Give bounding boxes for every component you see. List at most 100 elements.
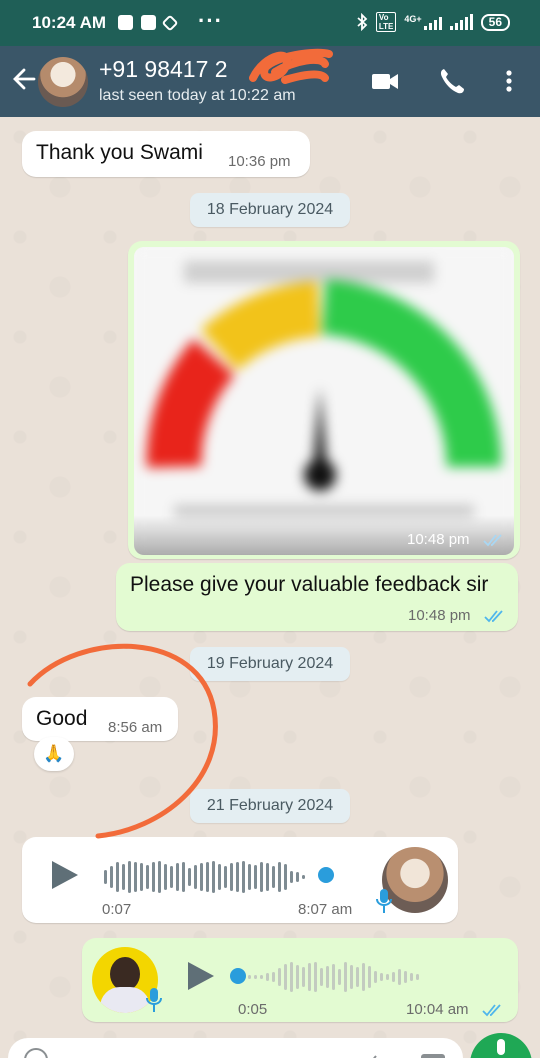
play-button[interactable] (188, 962, 214, 990)
voice-duration: 0:05 (238, 1001, 268, 1018)
message-time: 8:56 am (108, 719, 163, 736)
waveform-bar (344, 962, 347, 992)
read-receipt-icon (483, 534, 502, 547)
waveform-bar (338, 969, 341, 985)
waveform-bar (242, 861, 245, 893)
attach-icon[interactable] (358, 1048, 384, 1058)
message-icon (118, 15, 133, 30)
message-time: 10:48 pm (408, 607, 471, 624)
waveform-bar (386, 974, 389, 980)
waveform-bar (398, 969, 401, 985)
emoji-icon[interactable] (22, 1046, 50, 1058)
message-icon (141, 15, 156, 30)
waveform-bar (296, 965, 299, 989)
waveform-bar (224, 866, 227, 888)
waveform-bar (254, 865, 257, 889)
waveform-bar (266, 973, 269, 981)
message-input[interactable] (8, 1038, 463, 1058)
message-time: 10:36 pm (228, 153, 291, 170)
waveform-bar (164, 864, 167, 890)
voice-duration: 0:07 (102, 901, 132, 918)
waveform-bar (290, 962, 293, 992)
waveform-bar (230, 863, 233, 891)
waveform-bar (110, 866, 113, 888)
message-time: 8:07 am (298, 901, 353, 918)
back-arrow-icon[interactable] (10, 64, 38, 94)
waveform-bar (416, 974, 419, 980)
signal-icon (423, 14, 442, 30)
waveform-bar (260, 862, 263, 892)
waveform-bar (260, 975, 263, 979)
waveform-bar (356, 967, 359, 987)
waveform-bar (266, 863, 269, 891)
status-bar: 10:24 AM ··· Vo LTE 4G+ 56 (0, 0, 540, 46)
waveform-bar (248, 864, 251, 890)
bluetooth-icon (357, 13, 368, 31)
waveform-bar (218, 864, 221, 890)
mic-icon (146, 988, 162, 1012)
waveform-bar (212, 861, 215, 893)
waveform-bar (368, 966, 371, 988)
message-text: Thank you Swami (36, 141, 203, 164)
waveform-bar (170, 866, 173, 888)
waveform-bar (140, 863, 143, 891)
voice-message-outgoing[interactable]: 0:05 10:04 am (82, 938, 518, 1022)
read-receipt-icon (484, 610, 503, 623)
battery-level: 56 (488, 14, 502, 29)
waveform-bar (182, 862, 185, 892)
waveform-bar (392, 972, 395, 982)
video-call-icon[interactable] (370, 66, 400, 96)
play-button[interactable] (52, 861, 78, 889)
waveform-bar (248, 975, 251, 979)
waveform-bar (254, 975, 257, 979)
waveform-bar (194, 865, 197, 889)
waveform-bar (158, 861, 161, 893)
phone-icon[interactable] (437, 66, 467, 96)
waveform-bar (128, 861, 131, 893)
message-bubble-outgoing[interactable]: Please give your valuable feedback sir 1… (116, 563, 518, 631)
waveform-bar (116, 862, 119, 892)
message-bubble-incoming[interactable]: Good 8:56 am (22, 697, 178, 741)
playback-handle[interactable] (230, 968, 246, 984)
playback-handle[interactable] (318, 867, 334, 883)
waveform-bar (374, 971, 377, 983)
waveform-bar (302, 967, 305, 987)
more-vert-icon[interactable] (496, 66, 522, 96)
waveform-bar (308, 963, 311, 991)
read-receipt-icon (482, 1004, 501, 1017)
contact-name[interactable]: +91 98417 2 (99, 56, 228, 83)
last-seen-status: last seen today at 10:22 am (99, 87, 296, 104)
date-separator: 18 February 2024 (190, 193, 350, 227)
waveform-bar (410, 973, 413, 981)
waveform-bar (284, 864, 287, 890)
redaction-scribble (249, 48, 333, 84)
message-time: 10:04 am (406, 1001, 469, 1018)
avatar[interactable] (38, 57, 88, 107)
volte-icon: Vo LTE (375, 12, 397, 32)
waveform-bar (104, 870, 107, 884)
voice-waveform[interactable] (248, 957, 419, 997)
waveform-bar (278, 968, 281, 986)
waveform-bar (380, 973, 383, 981)
image-attachment[interactable]: 10:48 pm (134, 247, 514, 555)
date-separator: 21 February 2024 (190, 789, 350, 823)
reaction-badge[interactable]: 🙏 (34, 737, 74, 771)
waveform-bar (122, 864, 125, 890)
waveform-bar (314, 962, 317, 992)
wifi-icon (449, 14, 473, 30)
dropbox-icon (161, 14, 179, 32)
waveform-bar (362, 963, 365, 991)
waveform-bar (236, 862, 239, 892)
waveform-bar (320, 968, 323, 986)
message-bubble-incoming[interactable]: Thank you Swami 10:36 pm (22, 131, 310, 177)
status-time: 10:24 AM (32, 13, 107, 32)
date-separator: 19 February 2024 (190, 647, 350, 681)
voice-waveform[interactable] (104, 857, 305, 897)
voice-message-incoming[interactable]: 0:07 8:07 am (22, 837, 458, 923)
waveform-bar (332, 964, 335, 990)
waveform-bar (278, 862, 281, 892)
camera-icon[interactable] (418, 1048, 448, 1058)
waveform-bar (290, 871, 293, 883)
waveform-bar (206, 862, 209, 892)
waveform-bar (296, 872, 299, 882)
